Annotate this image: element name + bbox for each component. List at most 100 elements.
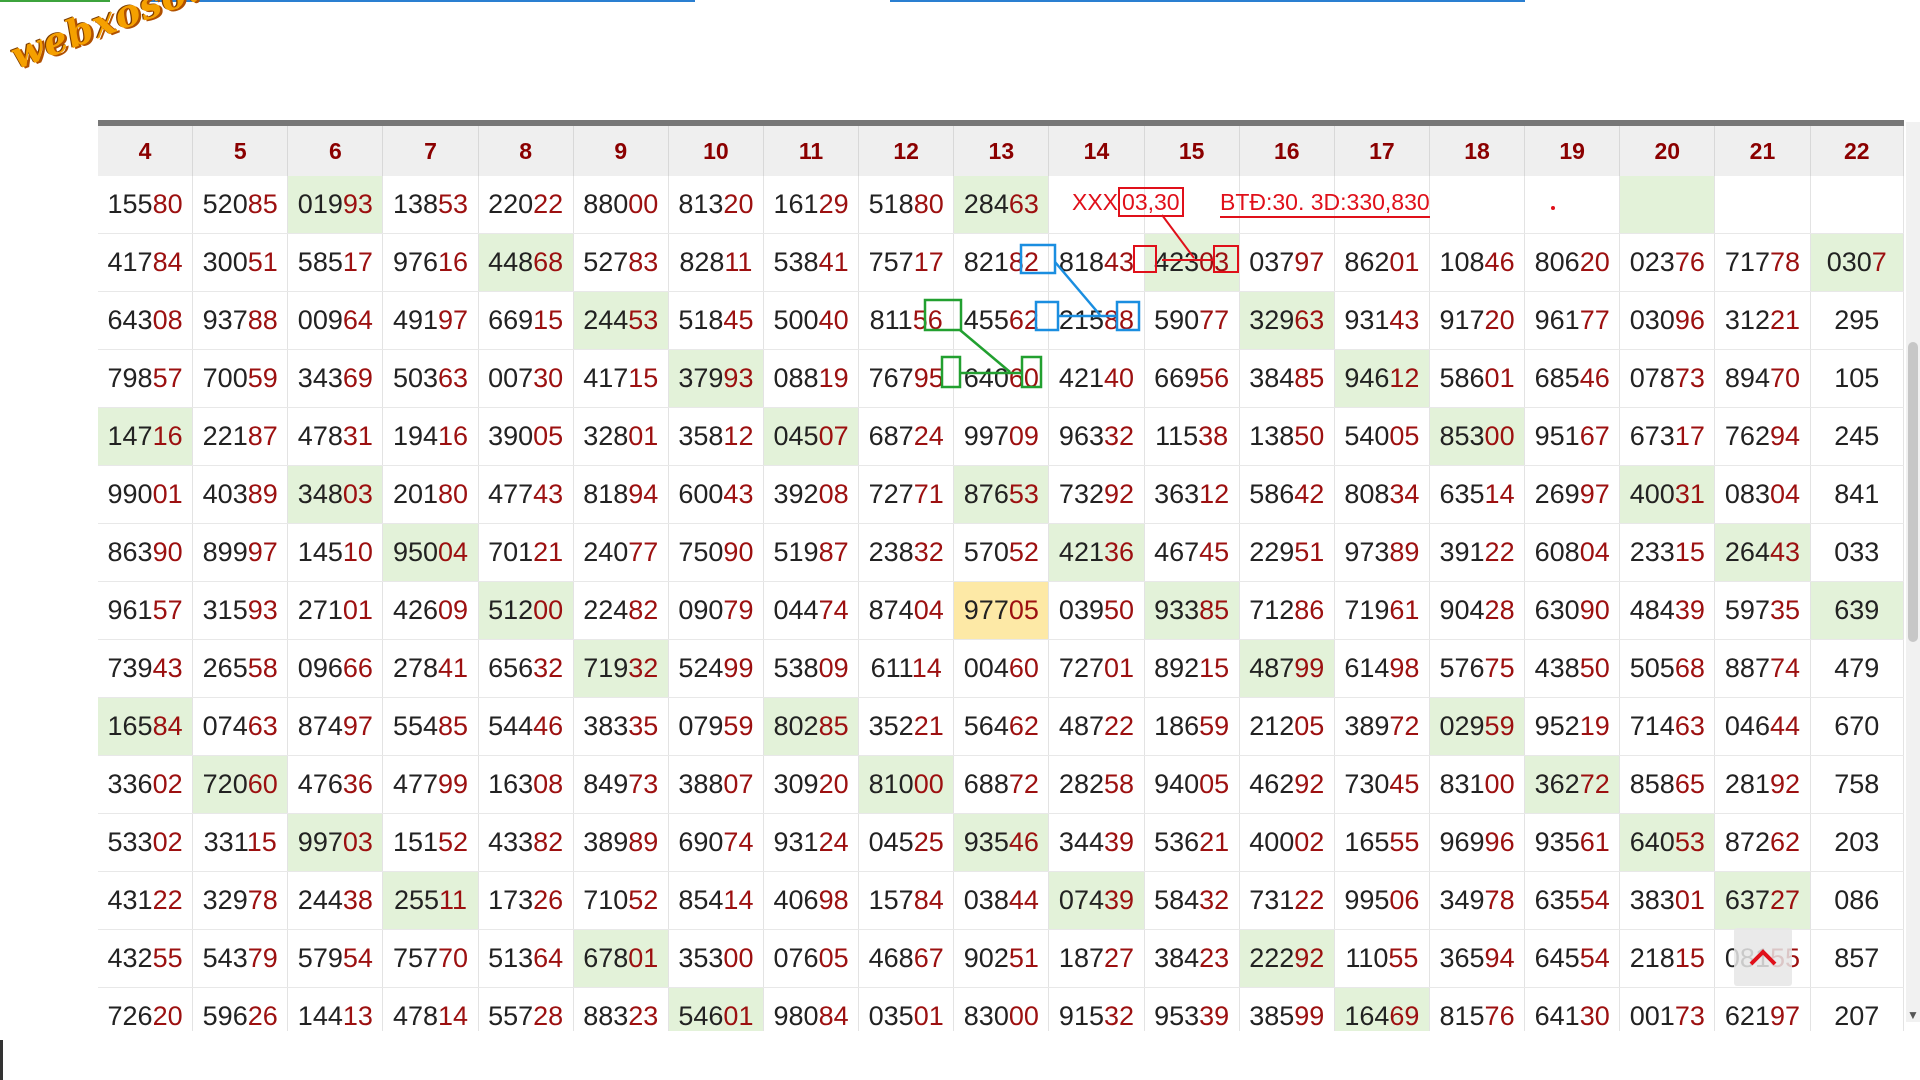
number-tail: 21 — [1199, 827, 1230, 857]
number-tail: 85 — [247, 189, 278, 219]
number-tail: 74 — [1769, 653, 1801, 683]
number-head: 590 — [1154, 305, 1200, 335]
table-cell: 50363 — [382, 349, 479, 408]
number-head: 818 — [583, 479, 629, 509]
table-cell: 57052 — [953, 523, 1050, 582]
table-cell: 81843 — [1048, 233, 1145, 292]
table-cell: 39005 — [478, 407, 574, 466]
number-tail: 87 — [247, 421, 278, 451]
number-tail: 85 — [818, 711, 849, 741]
number-head: 841 — [1834, 479, 1880, 509]
number-tail: 11 — [724, 247, 753, 277]
table-cell: 21205 — [1239, 697, 1335, 756]
table-cell: 43122 — [98, 871, 194, 930]
number-tail: 14 — [1484, 479, 1515, 509]
number-head: 432 — [107, 943, 153, 973]
number-head: 894 — [1724, 363, 1770, 393]
table-cell: 34978 — [1429, 871, 1526, 930]
number-head: 004 — [963, 653, 1009, 683]
table-cell: 97705 — [953, 581, 1050, 640]
column-header: 11 — [763, 126, 860, 176]
table-row: 14716 22187 47831 19416 39005 32801 35812 04507… — [98, 407, 1904, 466]
table-scrollbar[interactable] — [1906, 122, 1920, 1022]
scroll-down-arrow-icon[interactable]: ▼ — [1907, 1008, 1919, 1022]
number-head: 813 — [678, 189, 724, 219]
number-head: 194 — [392, 421, 438, 451]
number-head: 186 — [1154, 711, 1200, 741]
number-head: 940 — [1154, 769, 1200, 799]
number-tail: 84 — [818, 1001, 849, 1031]
number-head: 858 — [1629, 769, 1675, 799]
table-cell: 75717 — [858, 233, 955, 292]
number-tail: 85 — [438, 711, 469, 741]
table-cell: 639 — [1810, 581, 1904, 640]
number-head: 700 — [202, 363, 248, 393]
number-head: 750 — [678, 537, 724, 567]
number-tail: 90 — [723, 537, 754, 567]
scroll-thumb[interactable] — [1908, 342, 1918, 642]
table-cell: 80285 — [763, 697, 860, 756]
table-cell: 51364 — [478, 929, 574, 988]
number-tail: 27 — [1103, 943, 1135, 973]
table-cell: 91532 — [1048, 987, 1145, 1031]
back-to-top-button[interactable] — [1734, 928, 1792, 986]
number-head: 503 — [392, 363, 438, 393]
number-tail: 38 — [1198, 421, 1229, 451]
table-cell: 71932 — [573, 639, 669, 698]
number-head: 811 — [869, 305, 913, 335]
number-tail: 00 — [533, 595, 564, 625]
table-cell: 26558 — [192, 639, 289, 698]
number-head: 353 — [678, 943, 724, 973]
number-tail: 20 — [1579, 247, 1610, 277]
number-tail: 01 — [628, 943, 659, 973]
number-tail: 62 — [1769, 827, 1801, 857]
table-cell: 84973 — [573, 755, 669, 814]
table-cell: 16584 — [98, 697, 194, 756]
number-head: 220 — [488, 189, 534, 219]
number-head: 678 — [583, 943, 629, 973]
table-cell: 46745 — [1144, 523, 1240, 582]
number-head: 980 — [773, 1001, 819, 1031]
table-cell: 90251 — [953, 929, 1050, 988]
number-tail: 08 — [818, 479, 849, 509]
number-tail: 07 — [818, 421, 849, 451]
number-head: 990 — [107, 479, 153, 509]
number-tail: 16 — [438, 421, 469, 451]
number-tail: 04 — [913, 595, 944, 625]
number-head: 527 — [583, 247, 629, 277]
number-head: 874 — [868, 595, 914, 625]
number-tail: 74 — [818, 595, 849, 625]
column-header: 9 — [573, 126, 669, 176]
number-head: 007 — [488, 363, 534, 393]
table-cell: 81894 — [573, 465, 669, 524]
number-tail: 80 — [913, 189, 944, 219]
table-cell: 36272 — [1524, 755, 1621, 814]
number-tail: 50 — [1294, 421, 1325, 451]
number-head: 614 — [1344, 653, 1390, 683]
column-header: 4 — [98, 126, 194, 176]
number-head: 476 — [297, 769, 343, 799]
table-row: 99001 40389 34803 20180 47743 81894 60043 39208… — [98, 465, 1904, 524]
number-head: 688 — [963, 769, 1009, 799]
table-cell: 99001 — [98, 465, 194, 524]
number-tail: 67 — [1579, 421, 1610, 451]
table-cell: 32963 — [1239, 291, 1335, 350]
column-header: 22 — [1810, 126, 1904, 176]
number-head: 165 — [107, 711, 153, 741]
number-head: 278 — [392, 653, 438, 683]
table-cell: 23832 — [858, 523, 955, 582]
number-head: 997 — [297, 827, 343, 857]
number-head: 448 — [488, 247, 534, 277]
number-tail: 09 — [438, 595, 469, 625]
number-tail: 70 — [438, 943, 469, 973]
number-head: 640 — [963, 363, 1009, 393]
number-head: 281 — [1724, 769, 1770, 799]
site-logo[interactable]: webxoso.net — [4, 0, 273, 78]
number-head: 078 — [1629, 363, 1675, 393]
number-head: 115 — [1155, 421, 1199, 451]
number-tail: 89 — [1389, 537, 1420, 567]
number-tail: 32 — [913, 537, 944, 567]
table-cell: 87653 — [953, 465, 1050, 524]
number-tail: 15 — [246, 827, 277, 857]
number-head: 038 — [963, 885, 1009, 915]
